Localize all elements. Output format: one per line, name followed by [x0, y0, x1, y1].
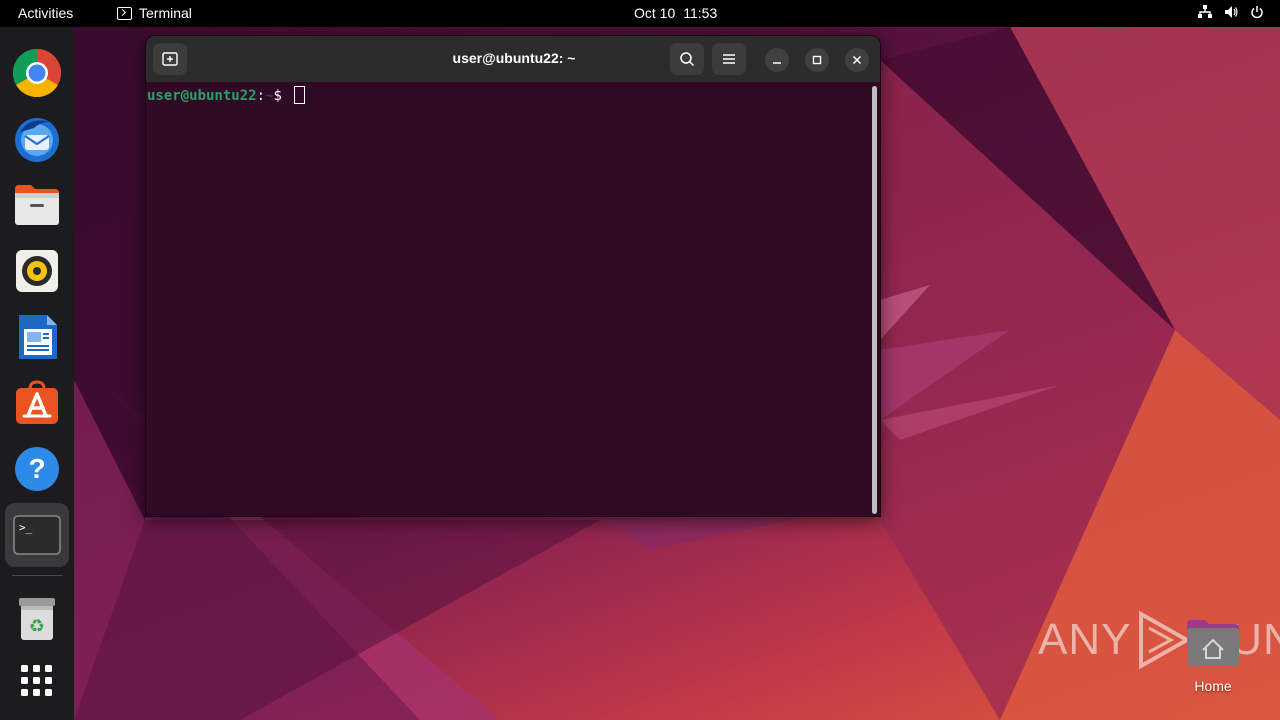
terminal-content[interactable]: user@ubuntu22:~$: [146, 82, 880, 516]
terminal-header-bar[interactable]: user@ubuntu22: ~: [146, 36, 880, 82]
dock-item-thunderbird[interactable]: [5, 107, 69, 171]
activities-button[interactable]: Activities: [18, 5, 73, 21]
dock-item-terminal[interactable]: >_: [5, 503, 69, 567]
volume-icon[interactable]: [1224, 5, 1238, 19]
home-folder-label[interactable]: Home: [1180, 678, 1246, 694]
close-button[interactable]: [845, 48, 869, 72]
system-tray[interactable]: [1198, 5, 1264, 19]
dock-item-chrome[interactable]: [5, 41, 69, 105]
app-menu-label: Terminal: [139, 5, 192, 21]
terminal-window[interactable]: user@ubuntu22: ~ user@ubuntu22:~$: [145, 35, 881, 517]
minimize-icon: [773, 62, 781, 64]
software-center-icon: [16, 380, 58, 424]
dock-item-files[interactable]: [5, 173, 69, 237]
terminal-icon: >_: [13, 515, 61, 555]
dock-separator: [12, 575, 62, 576]
chrome-icon: [12, 48, 62, 98]
anyrun-watermark: ANY RUN: [1038, 610, 1280, 670]
home-folder-icon: [1187, 620, 1239, 666]
text-cursor: [294, 86, 306, 104]
clock-time: 11:53: [683, 5, 718, 21]
prompt-user: user@ubuntu22: [147, 88, 257, 104]
dock-item-rhythmbox[interactable]: [5, 239, 69, 303]
power-icon[interactable]: [1250, 5, 1264, 19]
top-bar: Activities Terminal Oct 10 11:53: [0, 0, 1280, 27]
trash-icon: ♻: [19, 598, 55, 640]
clock-date: Oct 10: [634, 5, 676, 21]
writer-icon: [19, 315, 57, 359]
dock-item-writer[interactable]: [5, 305, 69, 369]
dock-item-software[interactable]: [5, 371, 69, 435]
home-folder-desktop-icon[interactable]: [1185, 618, 1241, 668]
terminal-scrollbar[interactable]: [872, 86, 877, 514]
thunderbird-icon: [15, 118, 59, 162]
files-icon: [15, 185, 59, 225]
clock[interactable]: Oct 10 11:53: [634, 5, 717, 21]
rhythmbox-icon: [16, 250, 58, 292]
minimize-button[interactable]: [765, 48, 789, 72]
watermark-left: ANY: [1038, 615, 1132, 664]
maximize-button[interactable]: [805, 48, 829, 72]
terminal-app-icon: [117, 6, 132, 20]
shell-prompt: user@ubuntu22:~$: [147, 86, 306, 104]
prompt-symbol: $: [273, 88, 291, 104]
hamburger-menu-icon: [723, 54, 735, 64]
dock-item-trash[interactable]: ♻: [5, 587, 69, 651]
search-icon: [680, 52, 695, 67]
close-icon: [852, 55, 862, 65]
maximize-icon: [812, 55, 822, 65]
prompt-separator: :: [256, 88, 266, 104]
search-button[interactable]: [670, 43, 704, 75]
network-icon[interactable]: [1198, 5, 1212, 19]
dock-item-help[interactable]: ?: [5, 437, 69, 501]
svg-text:>_: >_: [19, 521, 33, 534]
svg-text:?: ?: [28, 453, 45, 484]
svg-text:♻: ♻: [29, 616, 45, 637]
menu-button[interactable]: [712, 43, 746, 75]
dock: ? >_ ♻: [0, 27, 74, 720]
app-menu[interactable]: Terminal: [117, 5, 192, 21]
help-icon: ?: [15, 447, 59, 491]
dock-item-show-apps[interactable]: [5, 649, 69, 713]
app-grid-icon: [21, 665, 52, 696]
